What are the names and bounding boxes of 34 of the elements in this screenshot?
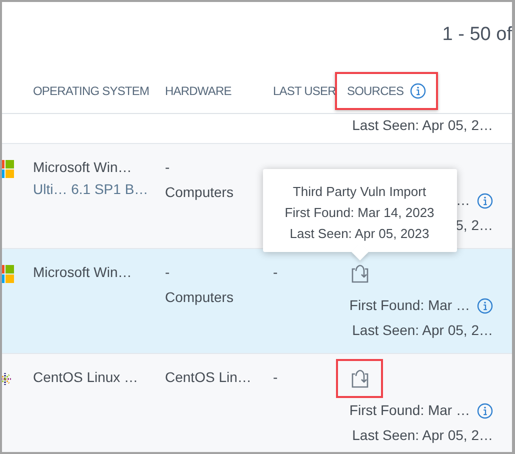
last-seen: Last Seen: Apr 05, 2… <box>352 116 493 135</box>
tooltip-last-seen: Last Seen: Apr 05, 2023 <box>288 225 430 243</box>
hardware-text: CentOS Lin… <box>165 368 252 387</box>
source-button[interactable] <box>336 359 383 398</box>
first-found: First Found: Mar … <box>349 296 470 315</box>
hardware-type: Computers <box>165 183 234 202</box>
table-row[interactable]: CentOS Linux … CentOS Lin… - First Found: Mar … Last Seen: Apr 05, 2… <box>2 354 512 452</box>
hardware-text: - <box>165 263 171 282</box>
os-name: Microsoft Win… <box>33 263 133 282</box>
tooltip-first-found: First Found: Mar 14, 2023 <box>284 204 436 222</box>
import-icon <box>350 368 368 388</box>
os-name: CentOS Linux … <box>33 368 140 387</box>
last-user: - <box>273 368 279 387</box>
hardware-text: - <box>165 158 171 177</box>
hardware-type: Computers <box>165 288 234 307</box>
last-seen: Last Seen: Apr 05, 2… <box>352 426 493 445</box>
last-user: - <box>273 263 279 282</box>
first-found: First Found: Mar … <box>349 401 470 420</box>
info-icon[interactable] <box>477 192 493 208</box>
column-header[interactable]: SOURCES <box>335 72 438 110</box>
table-row[interactable]: Microsoft Win… - Computers - First Found: Mar … Last Seen: Apr 05, 2… <box>2 249 512 354</box>
info-icon[interactable] <box>477 402 493 418</box>
first-found: … <box>456 191 470 210</box>
column-header[interactable]: LAST USER <box>273 84 336 98</box>
os-version: Ulti… 6.1 SP1 B… <box>33 180 150 199</box>
info-icon[interactable] <box>410 82 426 98</box>
pagination-range: 1 - 50 of <box>442 22 512 47</box>
column-header[interactable]: HARDWARE <box>165 84 232 98</box>
import-icon <box>350 264 368 284</box>
tooltip-title: Third Party Vuln Import <box>292 183 428 201</box>
column-header[interactable]: OPERATING SYSTEM <box>33 84 150 98</box>
info-icon[interactable] <box>477 298 493 314</box>
last-seen: Last Seen: Apr 05, 2… <box>352 321 493 340</box>
os-name: Microsoft Win… <box>33 158 133 177</box>
